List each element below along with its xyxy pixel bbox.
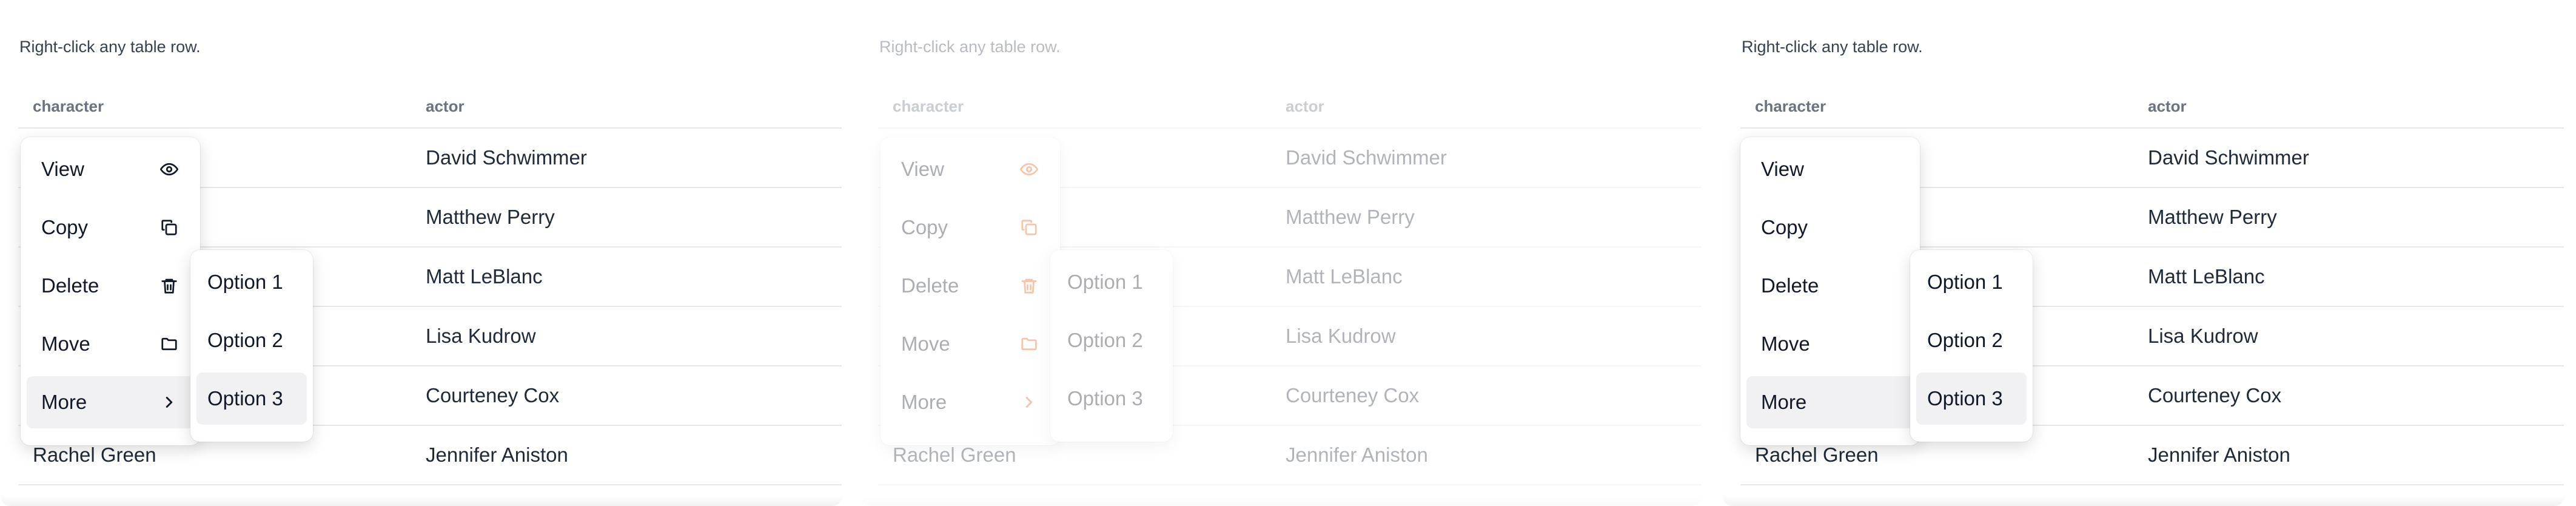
actor-cell: Matthew Perry	[411, 187, 842, 248]
submenu-item-label: Option 3	[207, 387, 283, 410]
menu-item-label: Delete	[901, 274, 959, 297]
column-header-actor: actor	[2133, 85, 2564, 129]
table-header-row: character actor	[878, 85, 1702, 129]
submenu-item-option-1[interactable]: Option 1	[1056, 256, 1167, 308]
actor-cell: Courteney Cox	[2133, 366, 2564, 426]
menu-item-label: View	[1761, 158, 1804, 180]
submenu-item-label: Option 2	[207, 329, 283, 351]
chevron-right-icon	[1019, 392, 1039, 413]
menu-item-label: Copy	[901, 216, 948, 238]
menu-item-delete[interactable]: Delete	[887, 260, 1054, 312]
menu-item-copy[interactable]: Copy	[887, 201, 1054, 254]
submenu-item-option-3[interactable]: Option 3	[196, 373, 307, 425]
submenu-item-option-3[interactable]: Option 3	[1056, 373, 1167, 425]
submenu-item-label: Option 3	[1927, 387, 2003, 410]
copy-icon	[159, 217, 179, 238]
column-header-character: character	[18, 85, 411, 129]
copy-icon	[1019, 217, 1039, 238]
context-menu: View Copy Delete Move More	[1740, 137, 1920, 445]
panel-3: Right-click any table row. character act…	[1722, 0, 2565, 506]
table-header-row: character actor	[1740, 85, 2564, 129]
actor-cell: David Schwimmer	[1271, 128, 1702, 188]
folder-icon	[1019, 334, 1039, 354]
menu-item-move[interactable]: Move	[27, 318, 194, 370]
submenu-item-label: Option 2	[1927, 329, 2003, 351]
submenu-item-option-3[interactable]: Option 3	[1916, 373, 2027, 425]
actor-cell: Matthew Perry	[1271, 187, 1702, 248]
actor-cell: Lisa Kudrow	[411, 306, 842, 366]
column-header-actor: actor	[411, 85, 842, 129]
column-header-actor: actor	[1271, 85, 1702, 129]
submenu-item-option-1[interactable]: Option 1	[196, 256, 307, 308]
actor-cell: Lisa Kudrow	[2133, 306, 2564, 366]
actor-cell: Lisa Kudrow	[1271, 306, 1702, 366]
menu-item-move[interactable]: Move	[1746, 318, 1914, 370]
menu-item-more[interactable]: More	[887, 376, 1054, 428]
chevron-right-icon	[159, 392, 179, 413]
menu-item-label: View	[41, 158, 84, 180]
menu-item-delete[interactable]: Delete	[27, 260, 194, 312]
menu-item-label: More	[901, 391, 947, 413]
submenu-item-option-2[interactable]: Option 2	[1056, 314, 1167, 366]
hint-text: Right-click any table row.	[1742, 38, 1923, 56]
submenu: Option 1 Option 2 Option 3	[1910, 250, 2033, 442]
folder-icon	[159, 334, 179, 354]
submenu-item-option-1[interactable]: Option 1	[1916, 256, 2027, 308]
actor-cell: Jennifer Aniston	[1271, 425, 1702, 485]
hint-text: Right-click any table row.	[879, 38, 1061, 56]
actor-cell: Jennifer Aniston	[2133, 425, 2564, 485]
submenu-item-label: Option 3	[1067, 387, 1143, 410]
menu-item-label: More	[41, 391, 87, 413]
menu-item-label: Delete	[1761, 274, 1819, 297]
trash-icon	[1019, 275, 1039, 296]
menu-item-label: View	[901, 158, 944, 180]
menu-item-label: Move	[41, 332, 90, 355]
context-menu: View Copy Delete Move More	[21, 137, 200, 445]
actor-cell: Matt LeBlanc	[1271, 247, 1702, 307]
submenu-item-option-2[interactable]: Option 2	[1916, 314, 2027, 366]
actor-cell: Matt LeBlanc	[2133, 247, 2564, 307]
menu-item-move[interactable]: Move	[887, 318, 1054, 370]
column-header-character: character	[1740, 85, 2133, 129]
table-header-row: character actor	[18, 85, 842, 129]
menu-item-copy[interactable]: Copy	[1746, 201, 1914, 254]
submenu: Option 1 Option 2 Option 3	[1050, 250, 1173, 442]
menu-item-view[interactable]: View	[27, 143, 194, 195]
submenu-item-label: Option 1	[1927, 271, 2003, 293]
submenu-item-label: Option 2	[1067, 329, 1143, 351]
menu-item-view[interactable]: View	[887, 143, 1054, 195]
menu-item-more[interactable]: More	[1746, 376, 1914, 428]
menu-item-label: Copy	[41, 216, 89, 238]
column-header-character: character	[878, 85, 1271, 129]
menu-item-label: Delete	[41, 274, 99, 297]
eye-icon	[1019, 159, 1039, 180]
actor-cell: David Schwimmer	[411, 128, 842, 188]
panel-1: Right-click any table row. character act…	[0, 0, 843, 506]
submenu: Option 1 Option 2 Option 3	[190, 250, 313, 442]
actor-cell: Jennifer Aniston	[411, 425, 842, 485]
hint-text: Right-click any table row.	[19, 38, 201, 56]
submenu-item-label: Option 1	[1067, 271, 1143, 293]
eye-icon	[159, 159, 179, 180]
menu-item-view[interactable]: View	[1746, 143, 1914, 195]
panel-2: Right-click any table row. character act…	[860, 0, 1703, 506]
menu-item-label: Copy	[1761, 216, 1808, 238]
menu-item-delete[interactable]: Delete	[1746, 260, 1914, 312]
actor-cell: Matthew Perry	[2133, 187, 2564, 248]
menu-item-label: Move	[1761, 332, 1810, 355]
context-menu: View Copy Delete Move More	[880, 137, 1060, 445]
submenu-item-label: Option 1	[207, 271, 283, 293]
submenu-item-option-2[interactable]: Option 2	[196, 314, 307, 366]
actor-cell: Courteney Cox	[411, 366, 842, 426]
actor-cell: Matt LeBlanc	[411, 247, 842, 307]
menu-item-more[interactable]: More	[27, 376, 194, 428]
menu-item-label: Move	[901, 332, 950, 355]
actor-cell: Courteney Cox	[1271, 366, 1702, 426]
menu-item-label: More	[1761, 391, 1807, 413]
actor-cell: David Schwimmer	[2133, 128, 2564, 188]
menu-item-copy[interactable]: Copy	[27, 201, 194, 254]
trash-icon	[159, 275, 179, 296]
